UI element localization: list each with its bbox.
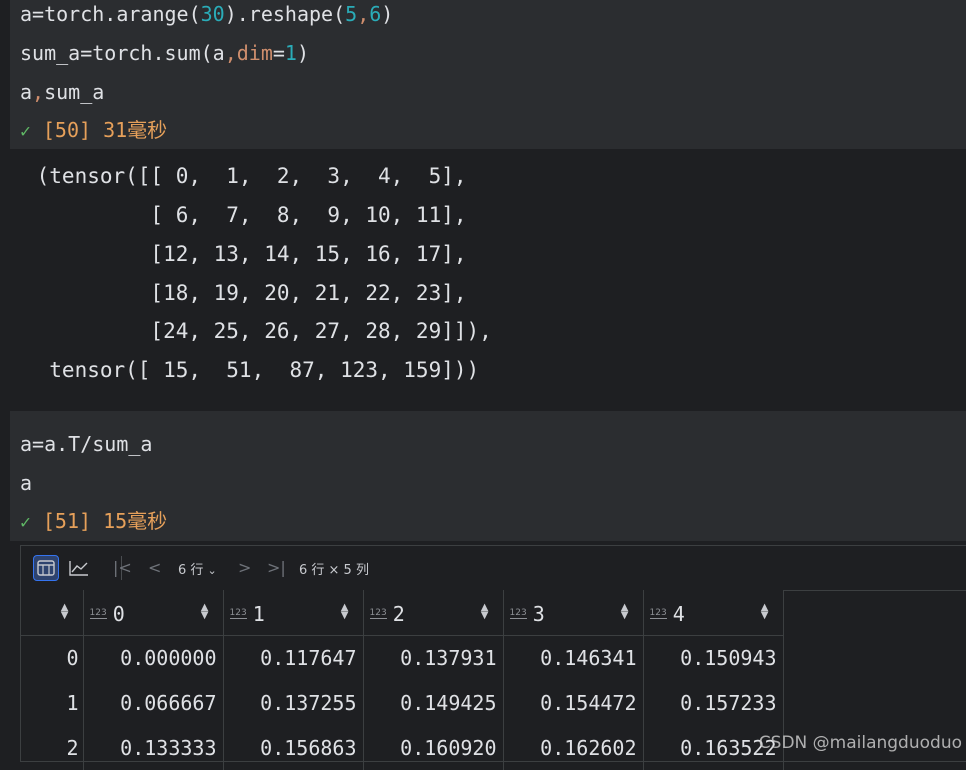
cell-output-50: (tensor([[ 0, 1, 2, 3, 4, 5], [ 6, 7, 8,… <box>10 149 966 411</box>
column-label: 2 <box>392 602 405 626</box>
sort-icon[interactable]: ▲ ▼ <box>481 603 489 621</box>
dataframe-viewer: |< < 6 行 ⌄ > >| 6 行 × 5 列 ▲ ▼ 123 0 ▲ ▼ 123… <box>20 545 966 770</box>
table-cell[interactable]: 0.133333 <box>83 725 224 770</box>
table-cell[interactable]: 0.137255 <box>223 680 364 725</box>
sort-icon[interactable]: ▲ ▼ <box>341 603 349 621</box>
row-index: 1 <box>21 680 84 725</box>
code-line[interactable]: a <box>20 470 32 496</box>
code-line[interactable]: a=a.T/sum_a <box>20 431 152 457</box>
numeric-type-icon: 123 <box>89 608 107 619</box>
column-header-0[interactable]: 123 0 ▲ ▼ <box>83 590 224 636</box>
column-label: 1 <box>252 602 265 626</box>
execution-status: ✓ [51] 15毫秒 <box>20 508 167 536</box>
numeric-type-icon: 123 <box>509 608 527 619</box>
table-cell[interactable]: 0.157233 <box>643 680 784 725</box>
output-line: tensor([ 15, 51, 87, 123, 159])) <box>24 358 480 382</box>
table-cell[interactable]: 0.160920 <box>363 725 504 770</box>
table-row[interactable]: 0 0.000000 0.117647 0.137931 0.146341 0.… <box>21 635 784 680</box>
sort-icon[interactable]: ▲ ▼ <box>621 603 629 621</box>
table-cell[interactable]: 0.000000 <box>83 635 224 680</box>
numeric-type-icon: 123 <box>369 608 387 619</box>
dataframe-table: ▲ ▼ 123 0 ▲ ▼ 123 1 ▲ ▼ 123 2 ▲ ▼ 123 3 ▲ ▼ <box>21 590 784 770</box>
table-row[interactable]: 1 0.066667 0.137255 0.149425 0.154472 0.… <box>21 680 784 725</box>
rows-selector[interactable]: 6 行 ⌄ <box>178 559 217 578</box>
check-icon: ✓ <box>20 121 31 142</box>
sort-icon[interactable]: ▲ ▼ <box>201 603 209 621</box>
table-icon <box>37 560 55 576</box>
sort-icon[interactable]: ▲ ▼ <box>761 603 769 621</box>
column-header-2[interactable]: 123 2 ▲ ▼ <box>363 590 504 636</box>
table-cell[interactable]: 0.066667 <box>83 680 224 725</box>
numeric-type-icon: 123 <box>229 608 247 619</box>
table-cell[interactable]: 0.149425 <box>363 680 504 725</box>
table-cell[interactable]: 0.156863 <box>223 725 364 770</box>
execution-label: [50] 31毫秒 <box>42 118 168 142</box>
table-cell[interactable]: 0.162602 <box>503 725 644 770</box>
shape-label: 6 行 × 5 列 <box>299 563 369 578</box>
column-label: 3 <box>532 602 545 626</box>
table-cell[interactable]: 0.146341 <box>503 635 644 680</box>
table-cell[interactable]: 0.154472 <box>503 680 644 725</box>
table-row[interactable]: 2 0.133333 0.156863 0.160920 0.162602 0.… <box>21 725 784 770</box>
execution-status: ✓ [50] 31毫秒 <box>20 117 167 145</box>
output-line: [18, 19, 20, 21, 22, 23], <box>24 281 467 305</box>
column-header-1[interactable]: 123 1 ▲ ▼ <box>223 590 364 636</box>
column-header-3[interactable]: 123 3 ▲ ▼ <box>503 590 644 636</box>
numeric-type-icon: 123 <box>649 608 667 619</box>
table-view-button[interactable] <box>33 555 59 581</box>
chevron-down-icon: ⌄ <box>207 564 217 577</box>
check-icon: ✓ <box>20 512 31 533</box>
next-page-icon[interactable]: > <box>238 558 251 577</box>
table-cell[interactable]: 0.137931 <box>363 635 504 680</box>
row-index: 2 <box>21 725 84 770</box>
table-cell[interactable]: 0.117647 <box>223 635 364 680</box>
dataframe-toolbar: |< < 6 行 ⌄ > >| 6 行 × 5 列 <box>21 546 966 591</box>
code-line[interactable]: a=torch.arange(30).reshape(5,6) <box>20 1 393 27</box>
chart-view-button[interactable] <box>66 555 92 581</box>
output-line: [24, 25, 26, 27, 28, 29]]), <box>24 319 492 343</box>
output-line: (tensor([[ 0, 1, 2, 3, 4, 5], <box>24 164 467 188</box>
output-line: [ 6, 7, 8, 9, 10, 11], <box>24 203 467 227</box>
code-cell-50[interactable]: a=torch.arange(30).reshape(5,6) sum_a=to… <box>10 0 966 149</box>
header-row: ▲ ▼ 123 0 ▲ ▼ 123 1 ▲ ▼ 123 2 ▲ ▼ 123 3 ▲ ▼ <box>21 590 784 636</box>
execution-label: [51] 15毫秒 <box>42 509 168 533</box>
last-page-icon[interactable]: >| <box>267 558 286 577</box>
chart-icon <box>69 561 88 576</box>
row-index: 0 <box>21 635 84 680</box>
first-page-icon[interactable]: |< <box>113 558 132 577</box>
index-header[interactable]: ▲ ▼ <box>21 590 84 636</box>
prev-page-icon[interactable]: < <box>148 558 161 577</box>
code-line[interactable]: sum_a=torch.sum(a,dim=1) <box>20 40 309 66</box>
column-header-4[interactable]: 123 4 ▲ ▼ <box>643 590 784 636</box>
sort-icon[interactable]: ▲ ▼ <box>61 603 69 621</box>
output-line: [12, 13, 14, 15, 16, 17], <box>24 242 467 266</box>
watermark: CSDN @mailangduoduo <box>758 733 962 753</box>
column-label: 0 <box>112 602 125 626</box>
table-cell[interactable]: 0.150943 <box>643 635 784 680</box>
code-cell-51[interactable]: a=a.T/sum_a a ✓ [51] 15毫秒 <box>10 411 966 541</box>
column-label: 4 <box>672 602 685 626</box>
code-line[interactable]: a,sum_a <box>20 79 104 105</box>
